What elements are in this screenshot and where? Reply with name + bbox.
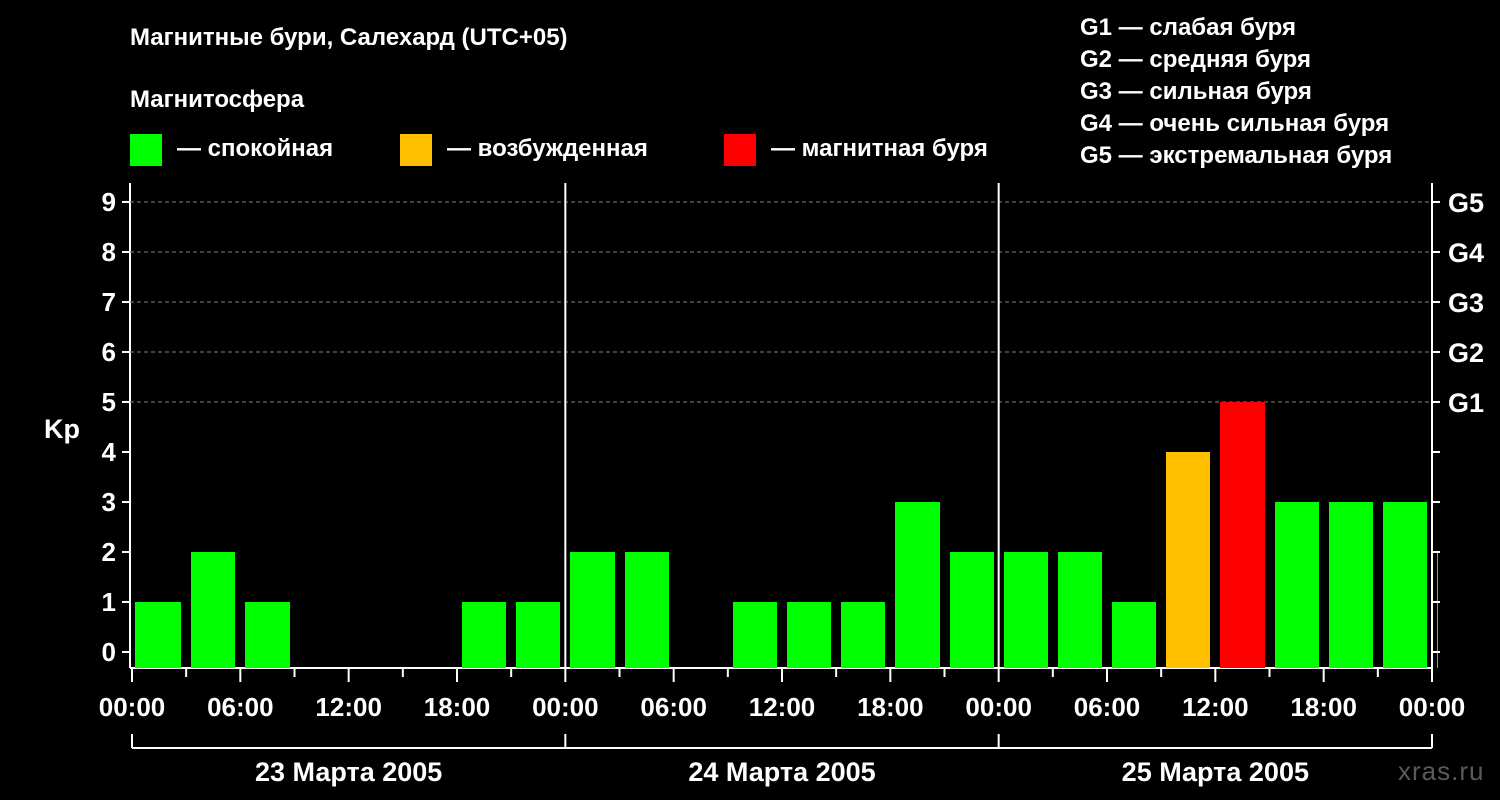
g-level-label: G3 [1448, 288, 1484, 318]
y-tick-label: 4 [102, 437, 117, 467]
x-tick-label: 00:00 [99, 692, 166, 722]
x-tick-label: 06:00 [1074, 692, 1141, 722]
kp-bar [570, 552, 615, 668]
kp-bar [1004, 552, 1048, 668]
g-level-label: G4 [1448, 238, 1484, 268]
kp-bar [787, 602, 831, 668]
kp-bar [950, 552, 994, 668]
kp-bar [245, 602, 290, 668]
kp-bar [1383, 502, 1427, 668]
y-tick-label: 6 [102, 337, 116, 367]
g-level-label: G2 [1448, 338, 1484, 368]
x-tick-label: 00:00 [965, 692, 1032, 722]
date-label: 25 Марта 2005 [1122, 757, 1309, 787]
y-tick-label: 3 [102, 487, 116, 517]
y-tick-label: 5 [102, 387, 116, 417]
y-tick-label: 2 [102, 537, 116, 567]
kp-bar [1275, 502, 1319, 668]
x-tick-label: 06:00 [640, 692, 707, 722]
x-tick-label: 18:00 [424, 692, 491, 722]
x-tick-label: 00:00 [532, 692, 599, 722]
g-level-label: G5 [1448, 188, 1484, 218]
x-tick-label: 12:00 [1182, 692, 1249, 722]
x-tick-label: 12:00 [315, 692, 382, 722]
x-tick-label: 12:00 [749, 692, 816, 722]
y-axis-label: Kp [44, 414, 80, 444]
kp-bar [895, 502, 940, 668]
kp-bar [841, 602, 885, 668]
kp-bar [1437, 552, 1438, 668]
kp-bar [625, 552, 669, 668]
kp-bar [1058, 552, 1102, 668]
watermark: xras.ru [1398, 756, 1485, 786]
kp-bar [462, 602, 506, 668]
x-tick-label: 18:00 [1290, 692, 1357, 722]
kp-bar [135, 602, 181, 668]
kp-bar [733, 602, 777, 668]
y-tick-label: 0 [102, 637, 116, 667]
date-label: 24 Марта 2005 [688, 757, 875, 787]
g-level-label: G1 [1448, 388, 1484, 418]
kp-bar [1329, 502, 1373, 668]
kp-bar [1112, 602, 1156, 668]
kp-bar [1166, 452, 1210, 668]
y-tick-label: 9 [102, 187, 116, 217]
y-tick-label: 7 [102, 287, 116, 317]
date-label: 23 Марта 2005 [255, 757, 442, 787]
kp-bar [516, 602, 560, 668]
kp-bar [1220, 402, 1265, 668]
x-tick-label: 06:00 [207, 692, 274, 722]
x-tick-label: 00:00 [1399, 692, 1466, 722]
y-tick-label: 8 [102, 237, 116, 267]
kp-bar [191, 552, 235, 668]
x-tick-label: 18:00 [857, 692, 924, 722]
kp-bar-chart: 0 1 2 3 4 5 6 7 8 9 G1 G2 G3 G4 G5 Kp 00:00 06:00 12:00 18:… [44, 183, 1484, 787]
y-tick-label: 1 [102, 587, 116, 617]
